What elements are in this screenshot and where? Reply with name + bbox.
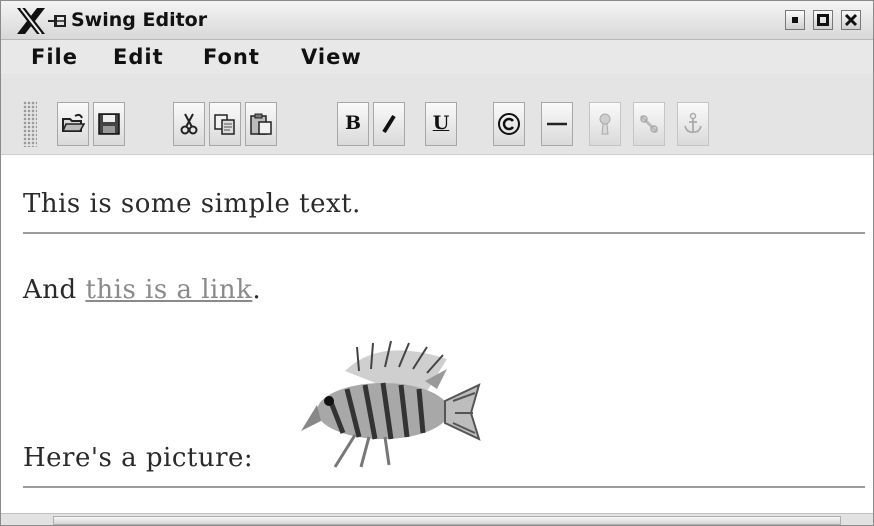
insert-link-button[interactable] (633, 102, 665, 146)
editor-pane[interactable]: This is some simple text. And this is a … (1, 155, 873, 513)
menu-view[interactable]: View (301, 45, 362, 69)
open-button[interactable] (57, 102, 89, 146)
italic-icon (382, 114, 396, 134)
menu-font[interactable]: Font (203, 45, 260, 69)
underline-icon: U (432, 112, 450, 134)
insert-image-icon (599, 113, 611, 135)
window-title: Swing Editor (71, 9, 208, 31)
copyright-button[interactable] (493, 102, 525, 146)
insert-anchor-icon (684, 112, 702, 134)
cut-icon (180, 113, 198, 135)
link-prefix: And (23, 275, 86, 305)
insert-link-icon (639, 114, 659, 134)
swing-editor-window: Swing Editor File Edit Font View B U Thi… (0, 0, 874, 526)
bold-icon: B (344, 112, 362, 134)
menu-edit[interactable]: Edit (113, 45, 164, 69)
underline-button[interactable]: U (425, 102, 457, 146)
maximize-icon (817, 14, 829, 26)
bold-button[interactable]: B (337, 102, 369, 146)
horizontal-rule (23, 232, 865, 234)
copyright-icon (498, 113, 520, 135)
minimize-icon (792, 17, 798, 23)
horizontal-rule-icon (547, 122, 567, 126)
paragraph-link: And this is a link. (23, 275, 261, 305)
cut-button[interactable] (173, 102, 205, 146)
paste-button[interactable] (245, 102, 277, 146)
insert-image-button[interactable] (589, 102, 621, 146)
horizontal-scrollbar[interactable] (1, 513, 873, 525)
copy-button[interactable] (209, 102, 241, 146)
minimize-button[interactable] (785, 10, 805, 30)
lionfish-image (301, 341, 481, 468)
close-button[interactable] (841, 10, 861, 30)
toolbar: B U (1, 74, 873, 155)
scrollbar-thumb[interactable] (53, 516, 841, 525)
title-bar: Swing Editor (1, 1, 873, 40)
x-window-system-icon (17, 7, 45, 35)
menu-bar: File Edit Font View (1, 40, 873, 74)
close-icon (844, 13, 858, 27)
save-button[interactable] (93, 102, 125, 146)
pin-icon[interactable] (47, 12, 67, 30)
copy-icon (214, 114, 235, 135)
toolbar-grip[interactable] (23, 101, 37, 147)
italic-button[interactable] (373, 102, 405, 146)
hyperlink[interactable]: this is a link (85, 275, 252, 305)
link-suffix: . (252, 275, 262, 305)
paragraph-simple-text: This is some simple text. (23, 189, 361, 219)
horizontal-rule-bottom (23, 486, 865, 488)
paragraph-picture: Here's a picture: (23, 443, 254, 473)
maximize-button[interactable] (813, 10, 833, 30)
save-icon (98, 113, 120, 135)
paste-icon (250, 113, 272, 135)
horizontal-rule-button[interactable] (541, 102, 573, 146)
menu-file[interactable]: File (31, 45, 78, 69)
insert-anchor-button[interactable] (677, 102, 709, 146)
open-icon (61, 113, 85, 132)
